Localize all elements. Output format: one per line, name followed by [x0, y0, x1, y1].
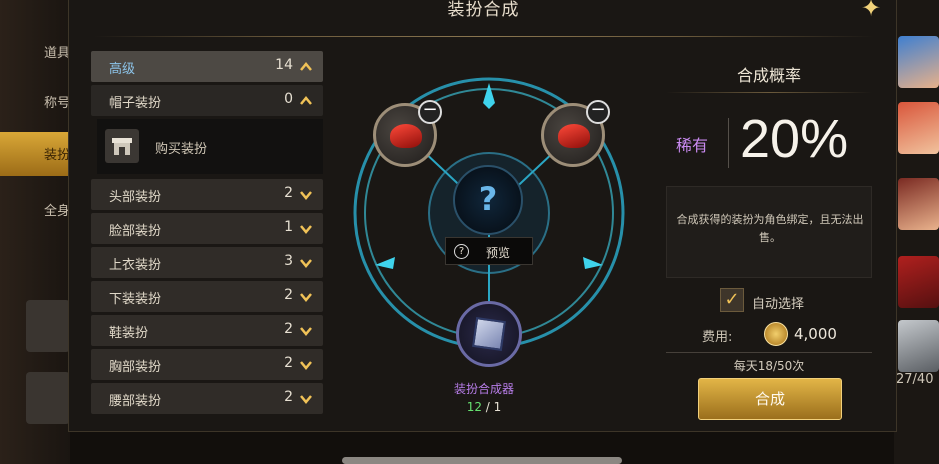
preview-button[interactable]: ? 预览	[445, 237, 533, 265]
fee-value: 4,000	[794, 325, 837, 343]
rate-value: 20%	[740, 109, 849, 169]
chevron-down-icon	[300, 259, 312, 268]
category-count: 0	[284, 91, 293, 107]
background-right-characters: 27/40	[894, 0, 939, 464]
cube-icon	[472, 317, 506, 351]
category-row[interactable]: 腰部装扮 2	[91, 383, 323, 414]
category-row[interactable]: 上衣装扮 3	[91, 247, 323, 278]
category-label: 上衣装扮	[109, 258, 162, 273]
category-count: 2	[284, 185, 293, 201]
category-label: 下装装扮	[109, 292, 162, 307]
category-count: 14	[275, 57, 293, 73]
daily-divider	[666, 352, 872, 353]
remove-icon[interactable]: −	[418, 100, 442, 124]
rate-panel: 合成概率 稀有 20% 合成获得的装扮为角色绑定，且无法出售。 ✓ 自动选择 费…	[666, 52, 872, 424]
synthesizer-cube-icon[interactable]	[456, 301, 522, 367]
chevron-down-icon	[300, 293, 312, 302]
chevron-down-icon	[300, 225, 312, 234]
character-portrait	[898, 178, 939, 230]
character-portrait	[898, 102, 939, 154]
checkbox-checked-icon[interactable]: ✓	[720, 288, 744, 312]
description-text: 合成获得的装扮为角色绑定，且无法出售。	[676, 213, 864, 244]
category-label: 高级	[109, 62, 136, 77]
category-list: 高级 14 帽子装扮 0 购买装扮 头部装扮 2 脸部装扮 1 上衣装扮 3 下装装扮 2 鞋装…	[91, 51, 323, 417]
close-icon[interactable]: ✦	[861, 0, 881, 22]
chevron-up-icon	[300, 62, 312, 71]
category-row[interactable]: 鞋装扮 2	[91, 315, 323, 346]
buy-costume-label: 购买装扮	[155, 142, 208, 157]
synthesizer-count: 12 / 1	[466, 400, 502, 414]
bg-menu-item: 称号	[44, 96, 71, 111]
category-label: 腰部装扮	[109, 394, 162, 409]
buy-costume-item[interactable]: 购买装扮	[97, 119, 323, 174]
bg-item-icon	[26, 300, 70, 352]
preview-label: 预览	[486, 246, 511, 260]
question-icon: ?	[454, 244, 469, 259]
category-label: 鞋装扮	[109, 326, 149, 341]
category-grade-high[interactable]: 高级 14	[91, 51, 323, 82]
category-label: 胸部装扮	[109, 360, 162, 375]
category-hat[interactable]: 帽子装扮 0	[91, 85, 323, 116]
category-row[interactable]: 下装装扮 2	[91, 281, 323, 312]
bg-item-icon	[26, 372, 70, 424]
auto-select-label: 自动选择	[752, 297, 805, 312]
category-row[interactable]: 胸部装扮 2	[91, 349, 323, 380]
chevron-up-icon	[300, 96, 312, 105]
rarity-label: 稀有	[676, 136, 709, 155]
shop-icon	[105, 129, 139, 163]
chevron-down-icon	[300, 191, 312, 200]
synthesizer-need: 1	[493, 400, 502, 414]
character-count: 27/40	[896, 372, 934, 387]
title-divider	[94, 36, 874, 37]
red-hat-icon	[558, 124, 590, 148]
red-hat-icon	[390, 124, 422, 148]
result-unknown-icon: ?	[453, 165, 523, 235]
synthesizer-have: 12	[466, 400, 482, 414]
character-portrait	[898, 36, 939, 88]
category-count: 2	[284, 389, 293, 405]
character-portrait	[898, 320, 939, 372]
rate-title: 合成概率	[736, 66, 801, 85]
chevron-down-icon	[300, 327, 312, 336]
fee-label: 费用:	[702, 330, 733, 345]
category-label: 脸部装扮	[109, 224, 162, 239]
dialog-title: 装扮合成	[447, 0, 520, 20]
category-count: 2	[284, 355, 293, 371]
bg-menu-item-active: 装扮	[0, 132, 70, 176]
rate-separator	[728, 118, 729, 168]
bg-menu-item: 道具	[44, 46, 71, 61]
synthesis-circle: − − ? ? 预览	[349, 65, 629, 367]
background-left-menu: 道具 称号 装扮 全身	[0, 0, 70, 464]
bg-menu-item: 全身	[44, 204, 71, 219]
combine-button[interactable]: 合成	[698, 378, 842, 420]
category-label: 头部装扮	[109, 190, 162, 205]
gold-coin-icon	[764, 322, 788, 346]
home-indicator	[342, 457, 622, 464]
category-row[interactable]: 脸部装扮 1	[91, 213, 323, 244]
category-label: 帽子装扮	[109, 96, 162, 111]
category-count: 1	[284, 219, 293, 235]
material-slot-right[interactable]: −	[541, 100, 610, 167]
chevron-down-icon	[300, 395, 312, 404]
category-row[interactable]: 头部装扮 2	[91, 179, 323, 210]
synthesis-dialog: 装扮合成 ✦ 高级 14 帽子装扮 0 购买装扮 头部装扮 2 脸部装扮 1 上衣装扮 3…	[68, 0, 897, 432]
remove-icon[interactable]: −	[586, 100, 610, 124]
synthesizer-name: 装扮合成器	[453, 382, 514, 396]
category-count: 2	[284, 287, 293, 303]
rate-divider	[666, 92, 872, 93]
character-portrait	[898, 256, 939, 308]
category-count: 3	[284, 253, 293, 269]
category-count: 2	[284, 321, 293, 337]
daily-limit: 每天18/50次	[733, 359, 805, 373]
chevron-down-icon	[300, 361, 312, 370]
material-slot-left[interactable]: −	[373, 100, 442, 167]
description-box: 合成获得的装扮为角色绑定，且无法出售。	[666, 186, 872, 278]
